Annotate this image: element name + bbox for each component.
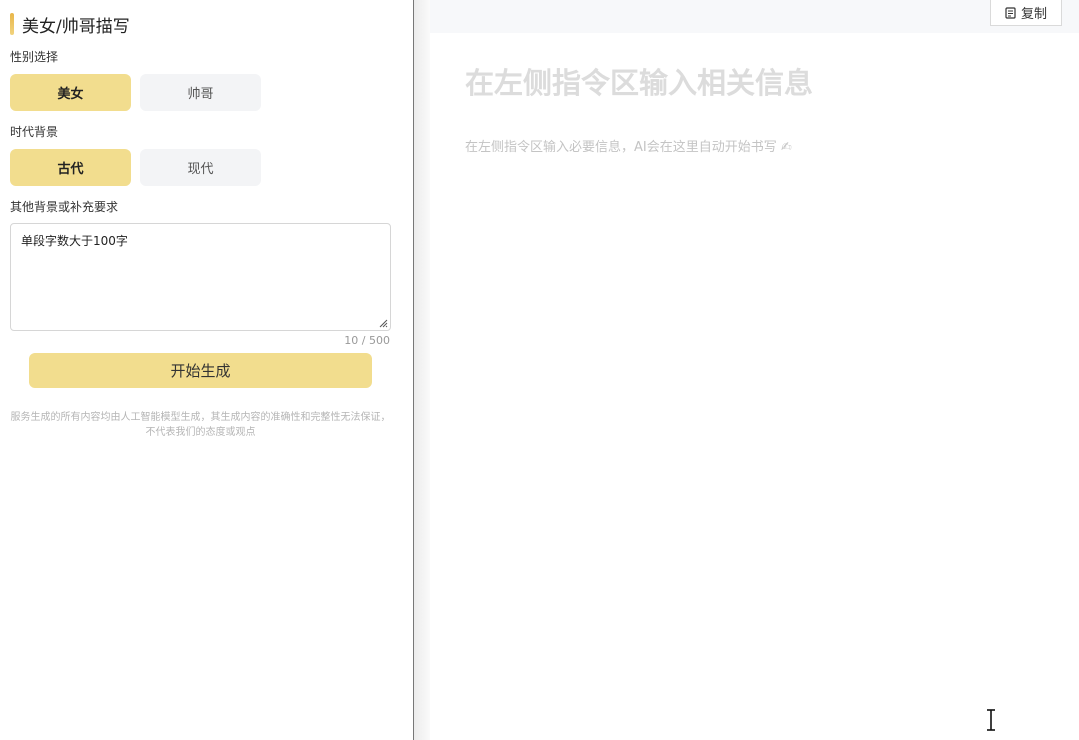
panel-title-row: 美女/帅哥描写 <box>10 12 130 37</box>
gender-option-female[interactable]: 美女 <box>10 74 131 111</box>
char-counter: 10 / 500 <box>344 334 390 347</box>
title-accent-bar <box>10 13 14 35</box>
disclaimer-text: 服务生成的所有内容均由人工智能模型生成，其生成内容的准确性和完整性无法保证，不代… <box>10 412 391 438</box>
text-cursor-icon <box>987 709 995 731</box>
extra-requirements-textarea[interactable]: 单段字数大于100字 <box>10 223 391 331</box>
era-label: 时代背景 <box>10 125 59 139</box>
output-toolbar: 复制 <box>430 0 1079 33</box>
output-placeholder-hint: 在左侧指令区输入必要信息，AI会在这里自动开始书写 ✍ <box>465 140 792 155</box>
gender-option-male[interactable]: 帅哥 <box>140 74 261 111</box>
copy-icon <box>1005 6 1016 19</box>
output-panel-shadow <box>414 0 430 740</box>
copy-button-label: 复制 <box>1020 7 1047 22</box>
output-panel: 复制 在左侧指令区输入相关信息 在左侧指令区输入必要信息，AI会在这里自动开始书… <box>430 0 1079 740</box>
era-option-ancient[interactable]: 古代 <box>10 149 131 186</box>
era-option-modern[interactable]: 现代 <box>140 149 261 186</box>
resize-grip-icon[interactable] <box>379 319 388 328</box>
output-placeholder-heading: 在左侧指令区输入相关信息 <box>465 66 814 100</box>
extra-requirements-value: 单段字数大于100字 <box>21 234 128 248</box>
copy-button[interactable]: 复制 <box>990 0 1062 26</box>
gender-label: 性别选择 <box>10 50 59 64</box>
extra-requirements-label: 其他背景或补充要求 <box>10 200 119 214</box>
instruction-panel: 美女/帅哥描写 性别选择 美女 帅哥 时代背景 古代 现代 其他背景或补充要求 … <box>0 0 413 740</box>
generate-button[interactable]: 开始生成 <box>29 353 372 388</box>
panel-title: 美女/帅哥描写 <box>22 16 130 37</box>
